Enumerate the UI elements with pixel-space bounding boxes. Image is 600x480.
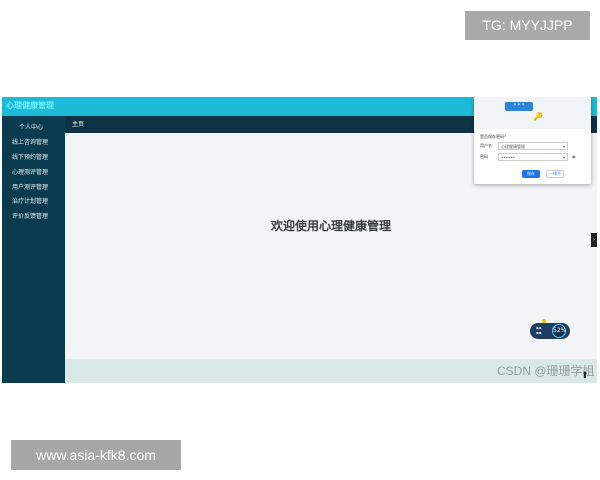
speed-stats-icon: ▪▪ ▪▪ — [536, 325, 542, 335]
csdn-watermark: CSDN @珊珊学姐 — [497, 364, 595, 378]
welcome-heading: 欢迎使用心理健康管理 — [270, 219, 391, 233]
key-icon: 🔑 — [533, 112, 543, 121]
sidebar: 个人中心 线上咨询管理 线下预约管理 心理测评管理 用户测评管理 治疗计划管理 … — [2, 116, 65, 383]
sidebar-item-offline-appointment[interactable]: 线下预约管理 — [2, 151, 65, 166]
sidebar-item-online-consult[interactable]: 线上咨询管理 — [2, 136, 65, 151]
telegram-watermark: TG: MYYJJPP — [465, 11, 590, 40]
password-label: 密码 — [480, 154, 488, 159]
chevron-down-icon: ▾ — [562, 144, 565, 149]
username-label: 用户名 — [480, 143, 492, 148]
upload-icon[interactable]: ⬆ — [581, 371, 589, 381]
password-banner: * * * — [505, 102, 533, 111]
save-password-popup: * * * 🔑 是否保存密码? 用户名 心理健康管理 ▾ 密码 •••••• ▾… — [474, 97, 591, 184]
sidebar-item-personal-center[interactable]: 个人中心 — [2, 121, 65, 136]
popup-header: * * * 🔑 — [474, 97, 591, 129]
sidebar-item-user-assessment[interactable]: 用户测评管理 — [2, 181, 65, 196]
chevron-down-icon: ▾ — [562, 155, 565, 160]
website-watermark: www.asia-kfk8.com — [11, 440, 181, 470]
sidebar-item-psych-assessment[interactable]: 心理测评管理 — [2, 166, 65, 181]
app-window: 心理健康管理 ⤢ 👤 个人中心 线上咨询管理 线下预约管理 心理测评管理 用户测… — [2, 97, 597, 383]
speed-percent: 52% — [552, 324, 566, 338]
eye-icon[interactable]: ◉ — [572, 154, 576, 159]
password-field[interactable]: •••••• ▾ — [498, 153, 568, 161]
save-button[interactable]: 保存 — [522, 170, 540, 178]
password-value: •••••• — [501, 155, 516, 160]
screenshot-root: TG: MYYJJPP 心理健康管理 ⤢ 👤 个人中心 线上咨询管理 线下预约管… — [0, 0, 600, 480]
breadcrumb[interactable]: 主页 — [72, 119, 84, 128]
sidebar-item-feedback[interactable]: 评价反馈管理 — [2, 210, 65, 225]
app-title: 心理健康管理 — [6, 101, 54, 110]
password-row: 密码 •••••• ▾ ◉ — [480, 153, 585, 161]
username-value: 心理健康管理 — [501, 144, 525, 149]
username-select[interactable]: 心理健康管理 ▾ — [498, 142, 568, 150]
username-row: 用户名 心理健康管理 ▾ — [480, 142, 585, 150]
sidebar-item-treatment-plan[interactable]: 治疗计划管理 — [2, 195, 65, 210]
network-speed-widget[interactable]: ▪▪ ▪▪ 52% — [530, 323, 570, 339]
popup-title: 是否保存密码? — [480, 134, 507, 139]
never-button[interactable]: 一律不 — [546, 170, 564, 178]
side-collapse-tab[interactable]: › — [591, 233, 597, 247]
